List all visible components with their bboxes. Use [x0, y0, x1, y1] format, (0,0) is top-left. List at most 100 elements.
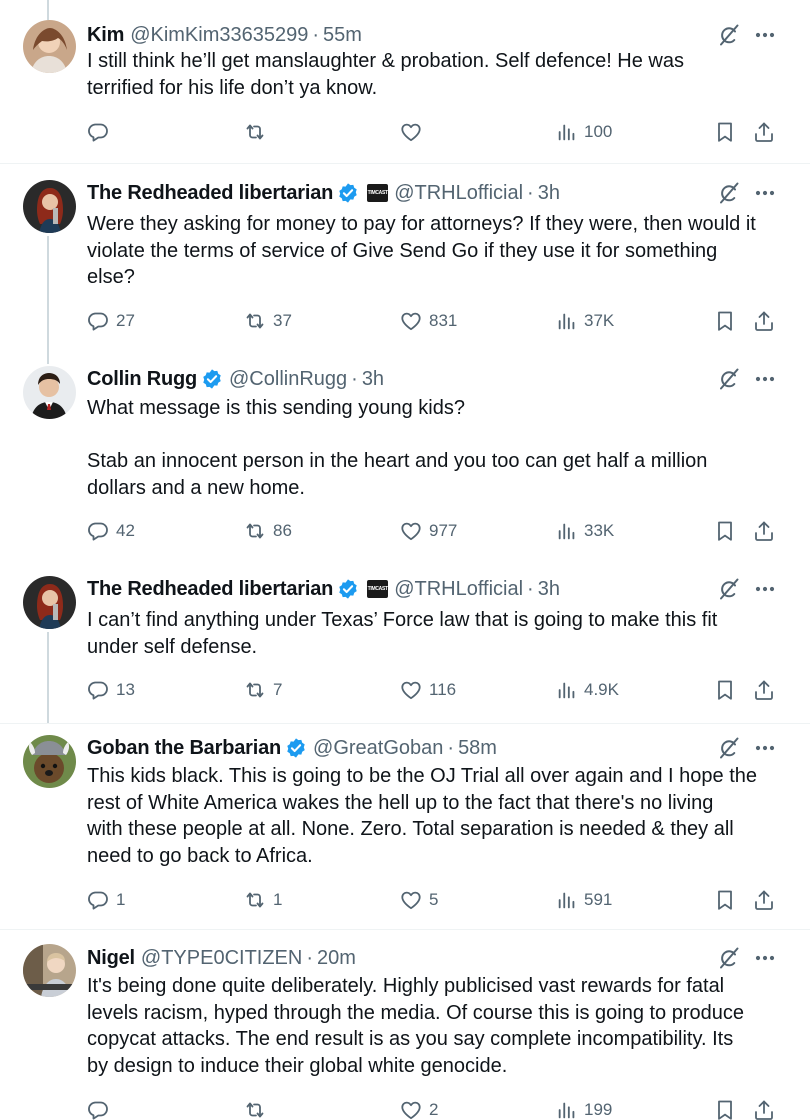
- avatar[interactable]: [23, 180, 76, 233]
- display-name[interactable]: The Redheaded libertarian: [87, 182, 333, 205]
- grok-icon[interactable]: [717, 367, 741, 391]
- grok-icon[interactable]: [717, 577, 741, 601]
- share-button[interactable]: [752, 1097, 776, 1120]
- reply-button[interactable]: [86, 1097, 116, 1120]
- heart-icon: [399, 1098, 423, 1120]
- avatar[interactable]: [23, 735, 76, 788]
- display-name[interactable]: Collin Rugg: [87, 368, 197, 391]
- user-handle[interactable]: @TRHLofficial: [394, 578, 523, 601]
- views-button[interactable]: 4.9K: [556, 677, 619, 703]
- user-handle[interactable]: @GreatGoban: [313, 737, 443, 760]
- verified-badge-icon[interactable]: [201, 368, 223, 390]
- like-button[interactable]: [399, 119, 429, 145]
- grok-icon[interactable]: [717, 946, 741, 970]
- like-button[interactable]: 116: [399, 677, 456, 703]
- reply-icon: [86, 519, 110, 543]
- avatar[interactable]: [23, 20, 76, 73]
- user-handle[interactable]: @CollinRugg: [229, 368, 347, 391]
- avatar[interactable]: [23, 944, 76, 997]
- bookmark-button[interactable]: [713, 308, 737, 334]
- affiliate-badge[interactable]: TIMCAST: [367, 580, 389, 598]
- like-button[interactable]: 5: [399, 887, 438, 913]
- more-icon[interactable]: [752, 181, 778, 205]
- timestamp[interactable]: 55m: [323, 24, 362, 47]
- bookmark-button[interactable]: [713, 1097, 737, 1120]
- tweet-header: Goban the Barbarian @GreatGoban · 58m: [87, 735, 497, 761]
- retweet-count: 37: [273, 311, 292, 330]
- display-name[interactable]: Kim: [87, 24, 124, 47]
- timestamp[interactable]: 3h: [538, 182, 560, 205]
- reply-count: 42: [116, 521, 135, 540]
- share-button[interactable]: [752, 518, 776, 544]
- views-icon: [556, 310, 578, 332]
- user-handle[interactable]: @TYPE0CITIZEN: [141, 947, 302, 970]
- share-button[interactable]: [752, 119, 776, 145]
- affiliate-badge[interactable]: TIMCAST: [367, 184, 389, 202]
- views-button[interactable]: 33K: [556, 518, 614, 544]
- views-button[interactable]: 199: [556, 1097, 612, 1120]
- share-icon: [752, 519, 776, 543]
- bookmark-button[interactable]: [713, 518, 737, 544]
- retweet-button[interactable]: 37: [243, 308, 292, 334]
- avatar[interactable]: [23, 366, 76, 419]
- grok-icon[interactable]: [717, 23, 741, 47]
- more-icon[interactable]: [752, 367, 778, 391]
- tweet-actions: 2 199: [0, 1097, 810, 1120]
- user-handle[interactable]: @TRHLofficial: [394, 182, 523, 205]
- tweet-actions: 100: [0, 119, 810, 145]
- verified-badge-icon[interactable]: [285, 737, 307, 759]
- reply-button[interactable]: 13: [86, 677, 135, 703]
- views-button[interactable]: 37K: [556, 308, 614, 334]
- retweet-button[interactable]: 1: [243, 887, 282, 913]
- views-button[interactable]: 100: [556, 119, 612, 145]
- reply-button[interactable]: [86, 119, 116, 145]
- display-name[interactable]: The Redheaded libertarian: [87, 578, 333, 601]
- view-count: 591: [584, 890, 613, 909]
- heart-icon: [399, 678, 423, 702]
- share-button[interactable]: [752, 308, 776, 334]
- retweet-button[interactable]: 86: [243, 518, 292, 544]
- retweet-button[interactable]: 7: [243, 677, 282, 703]
- display-name[interactable]: Goban the Barbarian: [87, 737, 281, 760]
- share-icon: [752, 888, 776, 912]
- more-icon[interactable]: [752, 736, 778, 760]
- verified-badge-icon[interactable]: [337, 182, 359, 204]
- more-icon[interactable]: [752, 946, 778, 970]
- more-icon[interactable]: [752, 577, 778, 601]
- share-button[interactable]: [752, 887, 776, 913]
- views-button[interactable]: 591: [556, 887, 612, 913]
- separator-dot: ·: [312, 23, 320, 46]
- timestamp[interactable]: 3h: [362, 368, 384, 391]
- grok-icon[interactable]: [717, 736, 741, 760]
- bookmark-button[interactable]: [713, 677, 737, 703]
- reply-count: 27: [116, 311, 135, 330]
- reply-button[interactable]: 42: [86, 518, 135, 544]
- bookmark-button[interactable]: [713, 119, 737, 145]
- bookmark-button[interactable]: [713, 887, 737, 913]
- tweet-text: Were they asking for money to pay for at…: [87, 213, 756, 288]
- user-handle[interactable]: @KimKim33635299: [130, 24, 308, 47]
- avatar[interactable]: [23, 576, 76, 629]
- like-button[interactable]: 977: [399, 518, 457, 544]
- display-name[interactable]: Nigel: [87, 947, 135, 970]
- views-icon: [556, 1099, 578, 1120]
- retweet-button[interactable]: [243, 1097, 273, 1120]
- timestamp[interactable]: 20m: [317, 947, 356, 970]
- view-count: 33K: [584, 521, 615, 540]
- like-button[interactable]: 831: [399, 308, 457, 334]
- reply-button[interactable]: 1: [86, 887, 125, 913]
- retweet-button[interactable]: [243, 119, 273, 145]
- reply-button[interactable]: 27: [86, 308, 135, 334]
- separator-dot: ·: [306, 946, 314, 969]
- share-icon: [752, 309, 776, 333]
- tweet-divider: [0, 723, 810, 724]
- timestamp[interactable]: 58m: [458, 737, 497, 760]
- verified-badge-icon[interactable]: [337, 578, 359, 600]
- share-button[interactable]: [752, 677, 776, 703]
- more-icon[interactable]: [752, 23, 778, 47]
- like-button[interactable]: 2: [399, 1097, 438, 1120]
- timestamp[interactable]: 3h: [538, 578, 560, 601]
- tweet-actions: 42 86 977 33K: [0, 518, 810, 544]
- grok-icon[interactable]: [717, 181, 741, 205]
- separator-dot: ·: [447, 736, 455, 759]
